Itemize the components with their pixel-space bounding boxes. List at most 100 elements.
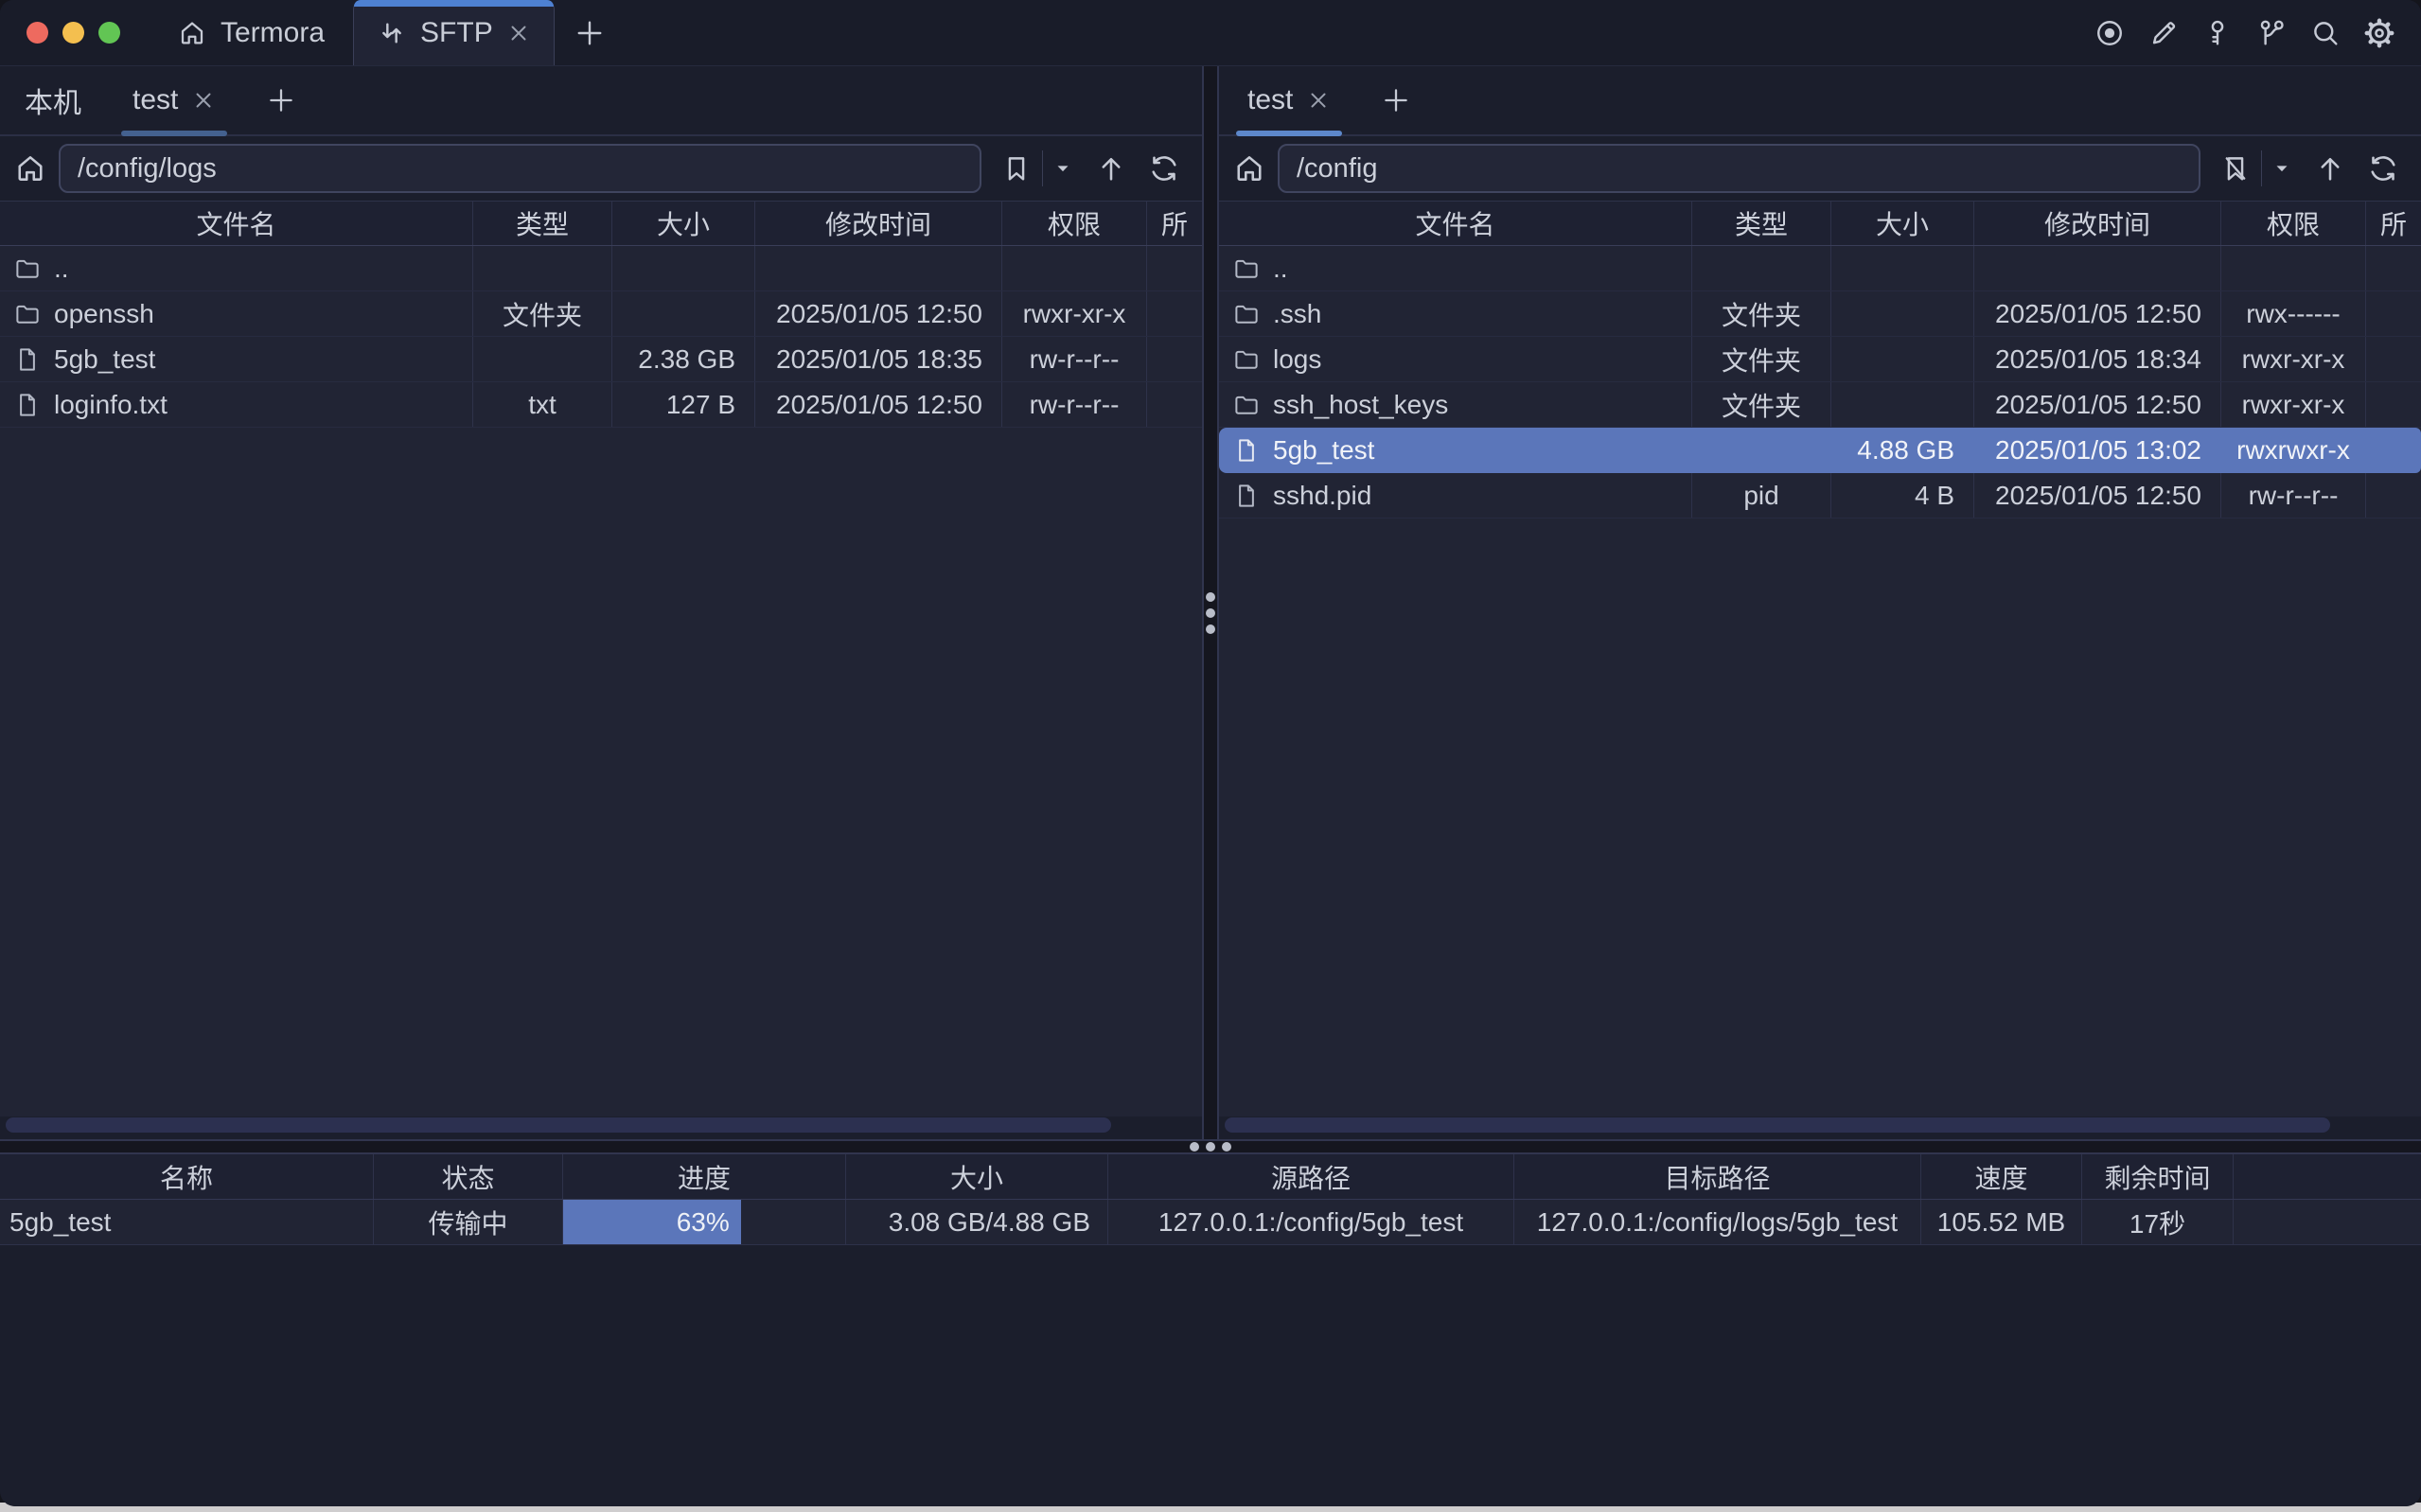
column-header-modified[interactable]: 修改时间 bbox=[755, 202, 1002, 245]
table-row[interactable]: openssh 文件夹 2025/01/05 12:50 rwxr-xr-x bbox=[0, 291, 1202, 337]
add-session-button[interactable] bbox=[265, 84, 297, 116]
progress-label: 63% bbox=[677, 1207, 730, 1238]
refresh-icon[interactable] bbox=[2360, 151, 2406, 185]
file-owner-cell bbox=[1147, 337, 1202, 381]
add-session-button[interactable] bbox=[1380, 84, 1412, 116]
column-header-modified[interactable]: 修改时间 bbox=[1974, 202, 2221, 245]
table-row[interactable]: .. bbox=[1219, 246, 2421, 291]
table-header-row: 文件名 类型 大小 修改时间 权限 所 bbox=[1219, 201, 2421, 246]
path-input[interactable] bbox=[1278, 144, 2200, 193]
bookmark-off-icon[interactable] bbox=[2214, 152, 2257, 185]
right-horizontal-scrollbar bbox=[1219, 1116, 2421, 1139]
column-header-size[interactable]: 大小 bbox=[1831, 202, 1974, 245]
file-owner-cell bbox=[1147, 382, 1202, 427]
file-mtime-cell: 2025/01/05 12:50 bbox=[1974, 473, 2221, 518]
zoom-window-button[interactable] bbox=[98, 22, 120, 44]
home-icon[interactable] bbox=[13, 151, 47, 185]
go-up-directory-icon[interactable] bbox=[2307, 151, 2353, 185]
file-owner-cell bbox=[2366, 382, 2421, 427]
column-header-target-path[interactable]: 目标路径 bbox=[1514, 1154, 1921, 1199]
column-header-permissions[interactable]: 权限 bbox=[1002, 202, 1147, 245]
file-size-cell bbox=[1831, 291, 1974, 336]
refresh-icon[interactable] bbox=[1141, 151, 1187, 185]
scrollbar-thumb[interactable] bbox=[1225, 1117, 2330, 1133]
key-icon[interactable] bbox=[2200, 16, 2235, 50]
bookmark-dropdown-chevron-icon[interactable] bbox=[2266, 158, 2298, 179]
transfer-row[interactable]: 5gb_test 传输中 63% 3.08 GB/4.88 GB 127.0.0… bbox=[0, 1200, 2421, 1245]
column-header-eta[interactable]: 剩余时间 bbox=[2082, 1154, 2234, 1199]
table-row[interactable]: 5gb_test 2.38 GB 2025/01/05 18:35 rw-r--… bbox=[0, 337, 1202, 382]
search-icon[interactable] bbox=[2308, 16, 2342, 50]
minimize-window-button[interactable] bbox=[62, 22, 84, 44]
left-pane-tabs: 本机 test bbox=[0, 66, 1202, 136]
home-icon[interactable] bbox=[1232, 151, 1266, 185]
edit-icon[interactable] bbox=[2147, 16, 2181, 50]
pane-splitter-vertical[interactable] bbox=[1202, 66, 1219, 1139]
column-header-size[interactable]: 大小 bbox=[612, 202, 755, 245]
left-file-table: 文件名 类型 大小 修改时间 权限 所 .. bbox=[0, 201, 1202, 1116]
file-name-cell: sshd.pid bbox=[1219, 473, 1692, 518]
close-tab-icon[interactable] bbox=[191, 88, 216, 113]
file-owner-cell bbox=[2366, 337, 2421, 381]
table-row[interactable]: 5gb_test 4.88 GB 2025/01/05 13:02 rwxrwx… bbox=[1219, 428, 2421, 473]
file-type-cell bbox=[1692, 428, 1831, 472]
divider bbox=[1042, 150, 1043, 186]
tab-home-termora[interactable]: Termora bbox=[149, 0, 353, 65]
file-owner-cell bbox=[2366, 428, 2421, 472]
close-window-button[interactable] bbox=[27, 22, 48, 44]
file-type-cell bbox=[473, 246, 612, 290]
close-tab-icon[interactable] bbox=[1306, 88, 1331, 113]
column-header-name[interactable]: 名称 bbox=[0, 1154, 374, 1199]
table-row[interactable]: .. bbox=[0, 246, 1202, 291]
column-header-type[interactable]: 类型 bbox=[473, 202, 612, 245]
tab-session-test[interactable]: test bbox=[1234, 66, 1344, 134]
column-header-progress[interactable]: 进度 bbox=[563, 1154, 846, 1199]
tab-session-test[interactable]: test bbox=[119, 66, 229, 134]
bookmark-icon[interactable] bbox=[995, 152, 1038, 185]
column-header-empty bbox=[2234, 1154, 2421, 1199]
file-mtime-cell: 2025/01/05 12:50 bbox=[1974, 291, 2221, 336]
table-row[interactable]: loginfo.txt txt 127 B 2025/01/05 12:50 r… bbox=[0, 382, 1202, 428]
column-header-type[interactable]: 类型 bbox=[1692, 202, 1831, 245]
column-header-filename[interactable]: 文件名 bbox=[1219, 202, 1692, 245]
transfers-splitter-horizontal[interactable] bbox=[0, 1139, 2421, 1154]
record-icon[interactable] bbox=[2093, 16, 2127, 50]
right-pane-tabs: test bbox=[1219, 66, 2421, 136]
window-controls bbox=[0, 0, 149, 65]
new-tab-button[interactable] bbox=[555, 0, 625, 65]
file-mtime-cell: 2025/01/05 13:02 bbox=[1974, 428, 2221, 472]
file-type-icon bbox=[13, 255, 42, 283]
go-up-directory-icon[interactable] bbox=[1088, 151, 1134, 185]
column-header-owner[interactable]: 所 bbox=[1147, 202, 1202, 245]
branch-icon[interactable] bbox=[2254, 16, 2288, 50]
tab-local-machine[interactable]: 本机 bbox=[23, 66, 83, 134]
table-row[interactable]: .ssh 文件夹 2025/01/05 12:50 rwx------ bbox=[1219, 291, 2421, 337]
table-row[interactable]: logs 文件夹 2025/01/05 18:34 rwxr-xr-x bbox=[1219, 337, 2421, 382]
file-name-cell: logs bbox=[1219, 337, 1692, 381]
column-header-owner[interactable]: 所 bbox=[2366, 202, 2421, 245]
column-header-speed[interactable]: 速度 bbox=[1921, 1154, 2082, 1199]
scrollbar-thumb[interactable] bbox=[6, 1117, 1111, 1133]
file-perm-cell: rwxr-xr-x bbox=[2221, 382, 2366, 427]
column-header-permissions[interactable]: 权限 bbox=[2221, 202, 2366, 245]
file-perm-cell: rwx------ bbox=[2221, 291, 2366, 336]
path-input[interactable] bbox=[59, 144, 981, 193]
column-header-source-path[interactable]: 源路径 bbox=[1108, 1154, 1514, 1199]
settings-gear-icon[interactable] bbox=[2362, 16, 2396, 50]
table-row[interactable]: ssh_host_keys 文件夹 2025/01/05 12:50 rwxr-… bbox=[1219, 382, 2421, 428]
folder-icon bbox=[1232, 345, 1261, 374]
table-row[interactable]: sshd.pid pid 4 B 2025/01/05 12:50 rw-r--… bbox=[1219, 473, 2421, 519]
right-path-bar bbox=[1219, 136, 2421, 201]
folder-icon bbox=[1232, 255, 1261, 283]
column-header-size[interactable]: 大小 bbox=[846, 1154, 1108, 1199]
column-header-status[interactable]: 状态 bbox=[374, 1154, 563, 1199]
file-mtime-cell: 2025/01/05 18:35 bbox=[755, 337, 1002, 381]
right-file-pane: test bbox=[1219, 66, 2421, 1139]
bookmark-dropdown-chevron-icon[interactable] bbox=[1047, 158, 1079, 179]
tab-label: SFTP bbox=[420, 17, 493, 49]
column-header-filename[interactable]: 文件名 bbox=[0, 202, 473, 245]
plus-icon bbox=[573, 16, 607, 50]
close-tab-icon[interactable] bbox=[506, 21, 531, 45]
file-perm-cell: rwxrwxr-x bbox=[2221, 428, 2366, 472]
tab-sftp[interactable]: SFTP bbox=[353, 0, 555, 65]
